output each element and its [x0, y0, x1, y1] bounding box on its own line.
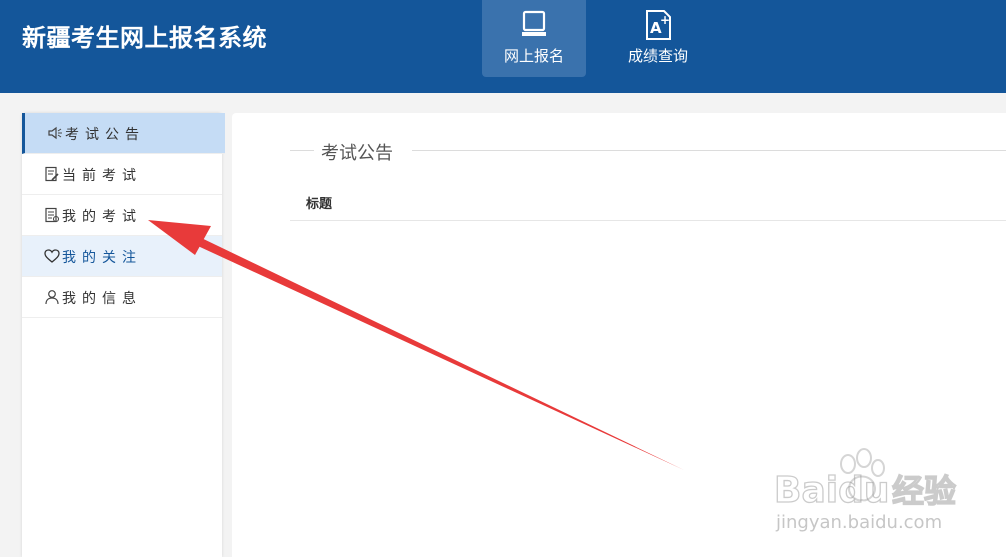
- sidebar-item-my-exams[interactable]: 我的考试: [22, 195, 222, 236]
- announcement-table-header: 标题: [290, 183, 1006, 221]
- user-icon: [45, 290, 59, 305]
- sidebar: 考试公告 当前考试 我的考试 我的关注 我的信息: [22, 113, 225, 557]
- baidu-jingyan-watermark: Baidu 经验 jingyan.baidu.com: [773, 448, 957, 533]
- svg-text:+: +: [660, 13, 670, 27]
- app-title: 新疆考生网上报名系统: [22, 24, 267, 52]
- sidebar-item-label: 我的考试: [62, 209, 142, 225]
- monitor-icon: [522, 10, 546, 36]
- app-header: 新疆考生网上报名系统 网上报名 A + 成绩查询: [0, 0, 1006, 93]
- document-list-icon: [45, 207, 60, 223]
- divider: [412, 150, 1006, 151]
- grade-document-icon: A +: [646, 10, 671, 40]
- watermark-brand-cn: 经验: [892, 472, 956, 510]
- sidebar-item-exam-announcements[interactable]: 考试公告: [22, 113, 225, 154]
- sidebar-item-current-exams[interactable]: 当前考试: [22, 154, 222, 195]
- divider: [290, 150, 314, 151]
- sidebar-item-label: 我的信息: [62, 291, 142, 307]
- sidebar-item-my-info[interactable]: 我的信息: [22, 277, 222, 318]
- sidebar-item-label: 我的关注: [62, 250, 142, 266]
- heart-icon: [44, 249, 60, 263]
- sidebar-item-my-follows[interactable]: 我的关注: [22, 236, 222, 277]
- nav-label: 网上报名: [503, 47, 564, 65]
- section-title: 考试公告: [321, 143, 393, 164]
- sidebar-item-label: 考试公告: [65, 127, 145, 143]
- watermark-brand: Baidu: [774, 470, 889, 511]
- sidebar-item-label: 当前考试: [62, 168, 142, 184]
- nav-label: 成绩查询: [627, 47, 688, 65]
- watermark-url: jingyan.baidu.com: [775, 512, 942, 533]
- nav-online-registration[interactable]: 网上报名: [482, 0, 586, 77]
- nav-grade-query[interactable]: A + 成绩查询: [606, 0, 710, 77]
- column-header-title: 标题: [306, 197, 333, 212]
- edit-document-icon: [45, 166, 59, 182]
- speaker-icon: [48, 126, 62, 140]
